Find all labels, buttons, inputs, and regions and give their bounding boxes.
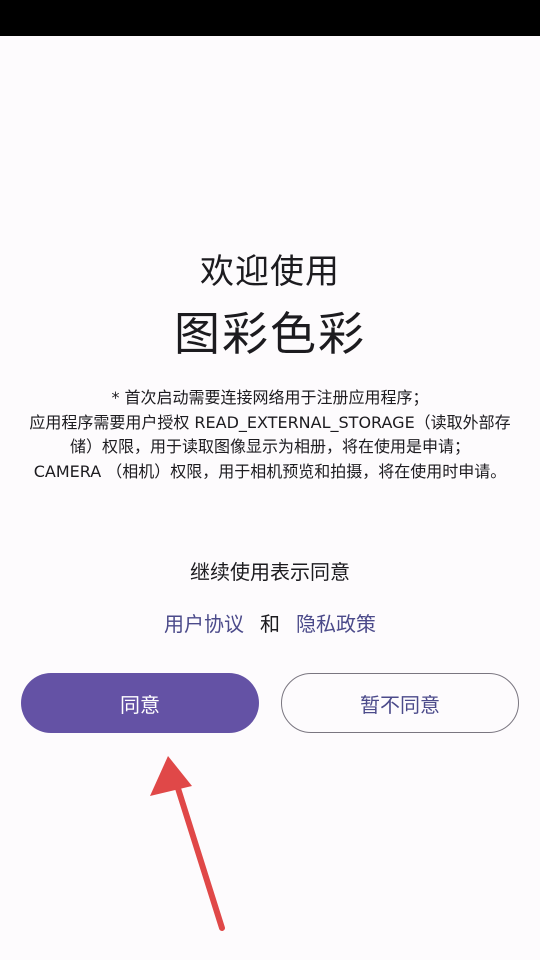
disagree-button[interactable]: 暂不同意 bbox=[281, 673, 519, 733]
red-arrow-icon bbox=[150, 756, 225, 931]
agree-button[interactable]: 同意 bbox=[21, 673, 259, 733]
agree-button-label: 同意 bbox=[120, 692, 160, 717]
user-agreement-link[interactable]: 用户协议 bbox=[164, 612, 244, 636]
disagree-button-label: 暂不同意 bbox=[360, 692, 440, 717]
notice-line-network: * 首次启动需要连接网络用于注册应用程序； bbox=[111, 388, 429, 407]
permission-notice: * 首次启动需要连接网络用于注册应用程序； 应用程序需要用户授权 READ_EX… bbox=[22, 386, 518, 484]
policy-links: 用户协议和隐私政策 bbox=[0, 608, 540, 637]
privacy-policy-link[interactable]: 隐私政策 bbox=[296, 612, 376, 636]
status-bar bbox=[0, 0, 540, 36]
continue-consent-text: 继续使用表示同意 bbox=[190, 560, 350, 584]
and-text: 和 bbox=[260, 612, 280, 636]
privacy-consent-screen: 欢迎使用 图彩色彩 * 首次启动需要连接网络用于注册应用程序； 应用程序需要用户… bbox=[0, 36, 540, 960]
welcome-title: 欢迎使用 bbox=[200, 252, 340, 292]
notice-line-storage: 应用程序需要用户授权 READ_EXTERNAL_STORAGE（读取外部存储）… bbox=[29, 412, 511, 457]
notice-line-camera: CAMERA （相机）权限，用于相机预览和拍摄，将在使用时申请。 bbox=[33, 461, 507, 481]
app-name-title: 图彩色彩 bbox=[174, 307, 366, 361]
